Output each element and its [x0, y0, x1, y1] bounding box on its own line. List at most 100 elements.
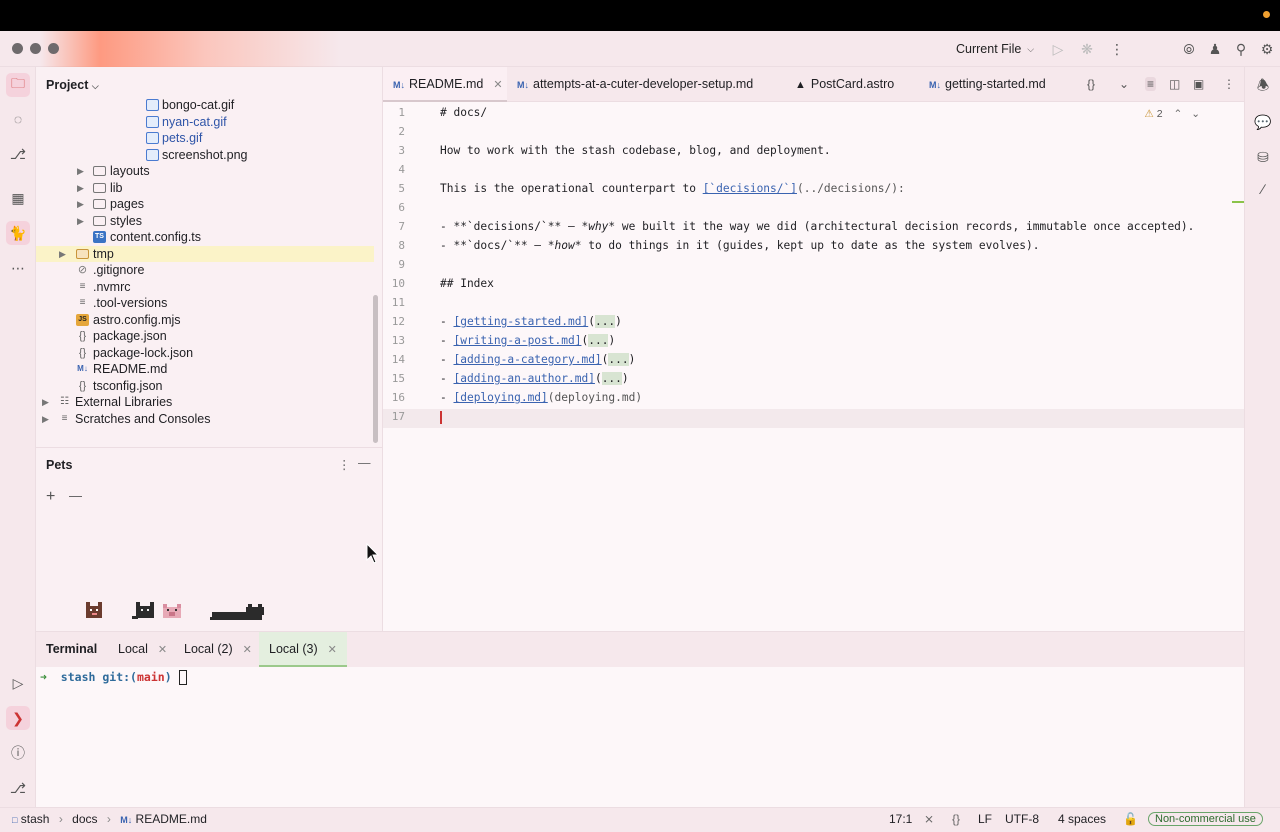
- tree-item[interactable]: ≡ .nvmrc: [36, 279, 374, 296]
- tree-item[interactable]: nyan-cat.gif: [36, 114, 374, 131]
- tree-item[interactable]: ▶ layouts: [36, 163, 374, 180]
- search-icon[interactable]: ⚲: [1232, 40, 1250, 58]
- chevron-down-icon[interactable]: ⌄: [1191, 108, 1200, 120]
- tree-item[interactable]: screenshot.png: [36, 147, 374, 164]
- zoom-window-button[interactable]: [48, 43, 59, 54]
- chevron-right-icon[interactable]: ▶: [77, 196, 84, 213]
- close-tab-icon[interactable]: ✕: [493, 79, 502, 91]
- problems-icon[interactable]: ⓘ: [6, 741, 30, 765]
- pet-pig[interactable]: [160, 602, 184, 622]
- ai-disabled-icon[interactable]: ⨯: [924, 812, 934, 826]
- tree-item[interactable]: ≡ .tool-versions: [36, 295, 374, 312]
- commit-icon[interactable]: ◌: [6, 107, 30, 131]
- settings-gear-icon[interactable]: ⚙: [1258, 40, 1276, 58]
- tree-item[interactable]: bongo-cat.gif: [36, 97, 374, 114]
- tree-item-selected[interactable]: ▶ tmp: [36, 245, 374, 263]
- notifications-bell-icon[interactable]: 🕭: [1251, 75, 1275, 99]
- tree-item[interactable]: ▶ lib: [36, 180, 374, 197]
- lock-icon[interactable]: 🔓: [1123, 812, 1138, 826]
- tree-item[interactable]: TS content.config.ts: [36, 229, 374, 246]
- tree-item[interactable]: ▶ styles: [36, 213, 374, 230]
- tree-item[interactable]: ▶ pages: [36, 196, 374, 213]
- project-folder-icon[interactable]: 🗀: [6, 73, 30, 97]
- json-schema-icon[interactable]: {}: [952, 812, 960, 826]
- hide-panel-icon[interactable]: —: [358, 456, 371, 470]
- tab-attempts[interactable]: M↓ attempts-at-a-cuter-developer-setup.md: [507, 67, 753, 102]
- endpoints-icon[interactable]: ∕: [1251, 177, 1275, 201]
- chevron-right-icon[interactable]: ▶: [77, 213, 84, 230]
- preview-icon[interactable]: ▣: [1193, 77, 1204, 91]
- markdown-link[interactable]: [adding-a-category.md]: [453, 353, 601, 366]
- chevron-right-icon[interactable]: ▶: [77, 163, 84, 180]
- tab-more-icon[interactable]: ⋮: [1223, 77, 1235, 91]
- tree-item[interactable]: JS astro.config.mjs: [36, 312, 374, 329]
- pet-cat-black[interactable]: [132, 600, 160, 622]
- breadcrumb-file[interactable]: README.md: [136, 812, 207, 826]
- split-view-icon[interactable]: ◫: [1169, 77, 1180, 91]
- remove-pet-button[interactable]: —: [69, 488, 82, 503]
- file-encoding[interactable]: UTF-8: [1005, 812, 1039, 826]
- chevron-right-icon[interactable]: ▶: [42, 394, 49, 411]
- line-separator[interactable]: LF: [978, 812, 992, 826]
- close-tab-icon[interactable]: ✕: [243, 644, 252, 656]
- breadcrumb-root[interactable]: stash: [21, 812, 50, 826]
- project-panel-title[interactable]: Project ⌵: [46, 78, 99, 92]
- tab-local-2[interactable]: Local (2) ✕: [184, 632, 252, 667]
- pet-cat-sleeping[interactable]: [210, 604, 268, 622]
- ai-assistant-icon[interactable]: ⦾: [1180, 40, 1198, 58]
- ai-chat-icon[interactable]: 💬: [1251, 110, 1275, 134]
- add-pet-button[interactable]: +: [46, 488, 55, 506]
- tree-item[interactable]: ⊘ .gitignore: [36, 262, 374, 279]
- folded-region[interactable]: ...: [601, 372, 622, 385]
- more-tools-icon[interactable]: ⋯: [6, 256, 30, 280]
- tree-item[interactable]: ▶ ☷ External Libraries: [36, 394, 374, 411]
- chevron-right-icon[interactable]: ▶: [77, 180, 84, 197]
- caret-position[interactable]: 17:1: [889, 812, 912, 826]
- breadcrumb-folder[interactable]: docs: [72, 812, 97, 826]
- pet-cat-brown[interactable]: [82, 600, 106, 622]
- indent-setting[interactable]: 4 spaces: [1058, 812, 1106, 826]
- terminal-icon[interactable]: ❯: [6, 706, 30, 730]
- folded-region[interactable]: ...: [594, 315, 616, 328]
- minimize-window-button[interactable]: [30, 43, 41, 54]
- tab-local-3[interactable]: Local (3) ✕: [259, 632, 347, 667]
- markdown-link[interactable]: [adding-an-author.md]: [453, 372, 594, 385]
- chevron-up-icon[interactable]: ⌃: [1173, 108, 1182, 120]
- json-view-icon[interactable]: {}: [1087, 77, 1095, 91]
- pets-options-icon[interactable]: ⋮: [338, 457, 351, 472]
- close-tab-icon[interactable]: ✕: [158, 644, 167, 656]
- terminal-prompt[interactable]: ➜ stash git:(main): [40, 670, 187, 685]
- tab-list-chevron-icon[interactable]: ⌄: [1119, 77, 1129, 91]
- pets-cat-icon[interactable]: 🐈: [6, 221, 30, 245]
- folded-region[interactable]: ...: [588, 334, 609, 347]
- run-icon[interactable]: ▷: [1049, 40, 1067, 58]
- project-scrollbar[interactable]: [373, 295, 378, 443]
- tab-getting-started[interactable]: M↓ getting-started.md: [919, 67, 1046, 102]
- license-badge[interactable]: Non-commercial use: [1148, 811, 1263, 826]
- markdown-link[interactable]: [deploying.md]: [453, 391, 547, 404]
- markdown-link[interactable]: [getting-started.md]: [453, 315, 588, 328]
- debug-icon[interactable]: ❋: [1078, 40, 1096, 58]
- editor-only-icon[interactable]: ≡: [1145, 77, 1157, 91]
- git-branch-icon[interactable]: ⎇: [6, 776, 30, 800]
- markdown-link[interactable]: [writing-a-post.md]: [453, 334, 581, 347]
- folded-region[interactable]: ...: [608, 353, 629, 366]
- run-configuration-selector[interactable]: Current File ⌵: [956, 42, 1034, 56]
- services-icon[interactable]: ▷: [6, 671, 30, 695]
- tree-item[interactable]: {} tsconfig.json: [36, 378, 374, 395]
- add-user-icon[interactable]: ♟: [1206, 40, 1224, 58]
- tab-local[interactable]: Local ✕: [118, 632, 167, 667]
- close-tab-icon[interactable]: ✕: [328, 644, 337, 656]
- pull-requests-icon[interactable]: ⎇: [6, 142, 30, 166]
- markdown-link[interactable]: [`decisions/`]: [703, 182, 797, 195]
- code-editor[interactable]: 1 2 3 4 5 6 7 8 9 10 11 12 13 14 15 16 1…: [383, 102, 1244, 631]
- tree-item[interactable]: ▶ ≡ Scratches and Consoles: [36, 411, 374, 428]
- database-icon[interactable]: ⛁: [1251, 145, 1275, 169]
- close-window-button[interactable]: [12, 43, 23, 54]
- tree-item[interactable]: {} package-lock.json: [36, 345, 374, 362]
- tab-postcard[interactable]: ▲ PostCard.astro: [785, 67, 894, 102]
- chevron-right-icon[interactable]: ▶: [42, 411, 49, 428]
- chevron-right-icon[interactable]: ▶: [59, 246, 66, 263]
- more-actions-icon[interactable]: ⋮: [1108, 40, 1126, 58]
- tab-readme[interactable]: M↓ README.md ✕: [383, 67, 507, 102]
